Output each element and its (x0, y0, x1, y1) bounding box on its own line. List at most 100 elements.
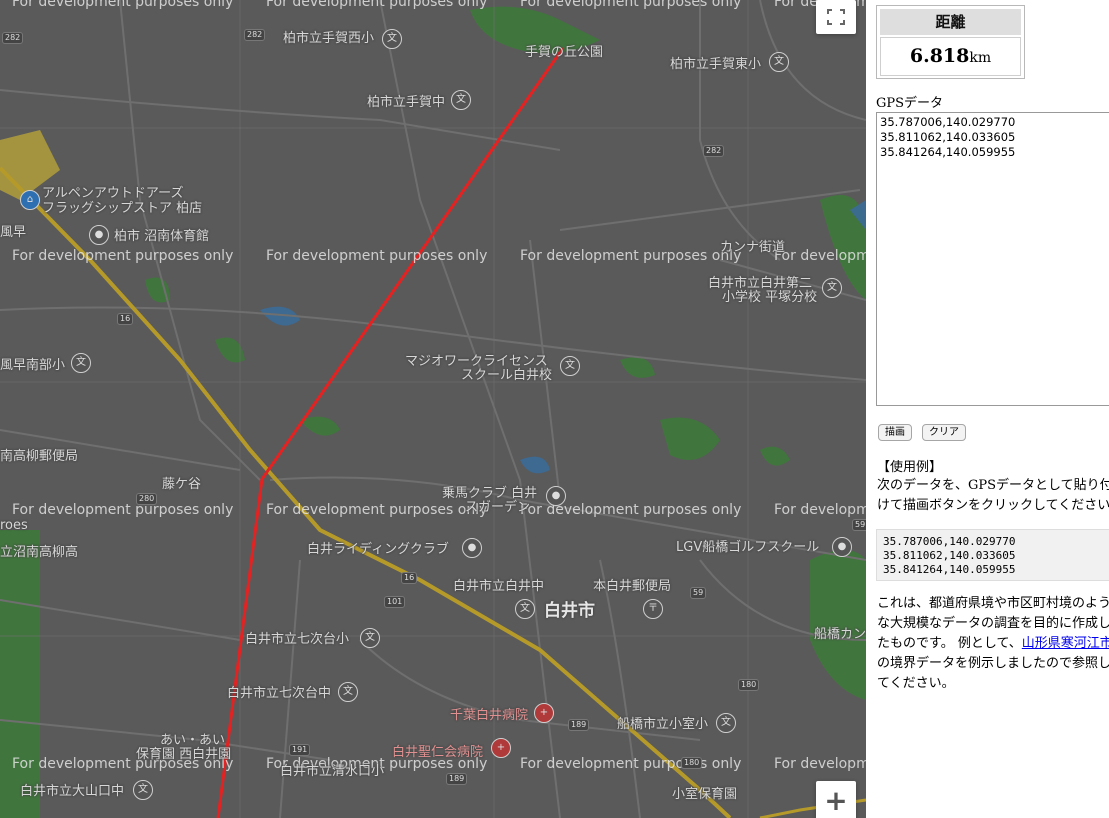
road-shield: 16 (401, 572, 418, 584)
example-line: 35.787006,140.029770 (883, 535, 1016, 548)
map-place-label: 柏市立手賀東小 (670, 57, 762, 72)
school-icon: 文 (560, 356, 580, 376)
school-icon: 文 (822, 278, 842, 298)
city-hall-icon: 文 (515, 599, 535, 619)
watermark-text: For development purposes only (12, 0, 234, 10)
map-place-label: 小室保育園 (672, 787, 738, 802)
road-shield: 101 (384, 596, 406, 608)
watermark-text: For development purposes only (266, 502, 488, 518)
map-grid-lines (0, 0, 866, 818)
watermark-text: For development purposes only (12, 248, 234, 264)
map-place-label: LGV船橋ゴルフスクール (676, 540, 820, 555)
watermark-text: For development purposes only (774, 248, 866, 264)
map-base-layer (0, 0, 866, 818)
map-place-label: 白井市立清水口小 (280, 764, 385, 779)
road-shield: 282 (244, 29, 266, 41)
map-place-label: 柏市立手賀西小 (283, 31, 375, 46)
map-place-label: 船橋カン (814, 627, 866, 642)
example-data-block: 35.787006,140.029770 35.811062,140.03360… (876, 529, 1109, 581)
watermark-text: For development purposes only (520, 0, 742, 10)
map-place-label: フラッグシップストア 柏店 (42, 201, 203, 216)
hospital-icon: + (491, 738, 511, 758)
map-place-label: 保育園 西白井園 (136, 747, 232, 762)
road-shield: 189 (446, 773, 468, 785)
map-place-label: 白井市立白井中 (453, 579, 545, 594)
map-place-label: 白井市立七次台中 (227, 686, 332, 701)
map-place-label: roes (0, 518, 28, 533)
map-place-label: 南高柳郵便局 (0, 449, 79, 464)
school-icon: 文 (71, 353, 91, 373)
gps-route-line (216, 47, 565, 818)
usage-title: 【使用例】 (877, 460, 943, 475)
example-boundary-link[interactable]: 山形県寒河江市 (1022, 636, 1109, 651)
map-place-label: 白井市立大山口中 (20, 784, 125, 799)
map-place-label: スガーデン (465, 500, 531, 515)
map-place-label: スクール白井校 (461, 368, 553, 383)
road-shield: 59 (852, 519, 866, 531)
road-shield: 59 (690, 587, 707, 599)
hospital-icon: + (534, 703, 554, 723)
road-shield: 191 (289, 744, 311, 756)
map-place-label: 白井聖仁会病院 (392, 745, 484, 760)
map-place-label: 千葉白井病院 (450, 708, 529, 723)
watermark-text: For development purposes only (266, 248, 488, 264)
school-icon: 文 (133, 780, 153, 800)
side-panel: 距離 6.818km GPSデータ 描画 クリア 【使用例】 次のデータを、GP… (866, 0, 1109, 818)
distance-value: 6.818 (909, 45, 970, 67)
example-line: 35.841264,140.059955 (883, 563, 1016, 576)
shop-pin-icon: ⌂ (20, 190, 40, 210)
road-shield: 180 (681, 757, 703, 769)
map-place-label: 白井ライディングクラブ (307, 542, 449, 557)
watermark-text: For development purposes only (520, 756, 742, 772)
fullscreen-icon (827, 9, 845, 25)
gps-data-label: GPSデータ (876, 96, 944, 111)
plus-icon: + (824, 784, 848, 817)
map-place-label: 手賀の丘公園 (525, 45, 604, 60)
school-icon: 文 (382, 29, 402, 49)
school-icon: 文 (451, 90, 471, 110)
usage-description: 次のデータを、GPSデータとして貼り付けて描画ボタンをクリックしてください (877, 478, 1109, 513)
school-icon: 文 (360, 628, 380, 648)
distance-table: 距離 6.818km (876, 5, 1025, 79)
notice-text-after: の境界データを例示しましたので参照してください。 (877, 656, 1109, 691)
road-shield: 180 (738, 679, 760, 691)
map-place-label: 柏市立手賀中 (367, 95, 446, 110)
post-office-icon: 〒 (643, 599, 663, 619)
road-shield: 189 (568, 719, 590, 731)
gps-data-textarea[interactable] (876, 112, 1109, 406)
watermark-text: For development purposes only (774, 756, 866, 772)
watermark-text: For development purposes only (266, 0, 488, 10)
map-place-label: 柏市 沼南体育館 (114, 229, 210, 244)
map-place-label: 白井市 (544, 601, 595, 621)
place-pin-icon: ● (546, 486, 566, 506)
fullscreen-button[interactable] (816, 0, 856, 34)
map-canvas[interactable]: For development purposes only For develop… (0, 0, 866, 818)
distance-cell: 6.818km (880, 37, 1021, 76)
road-shield: 16 (117, 313, 134, 325)
watermark-text: For development purposes only (12, 502, 234, 518)
draw-button[interactable]: 描画 (878, 424, 912, 441)
map-place-label: カンナ街道 (720, 240, 786, 255)
watermark-text: For development purposes only (520, 248, 742, 264)
map-place-label: 藤ケ谷 (162, 477, 202, 492)
school-icon: 文 (338, 682, 358, 702)
map-place-label: 小学校 平塚分校 (722, 290, 818, 305)
map-place-label: 本白井郵便局 (593, 579, 672, 594)
road-shield: 282 (703, 145, 725, 157)
notice-text: これは、都道府県境や市区町村境のような大規模なデータの調査を目的に作成したもので… (877, 594, 1109, 694)
example-line: 35.811062,140.033605 (883, 549, 1016, 562)
road-shield: 280 (136, 493, 158, 505)
map-place-label: アルペンアウトドアーズ (42, 186, 184, 201)
school-icon: 文 (769, 52, 789, 72)
map-place-label: 立沼南高柳高 (0, 545, 79, 560)
map-place-label: 風早南部小 (0, 358, 66, 373)
map-minor-roads (0, 0, 866, 818)
place-pin-icon: ● (462, 538, 482, 558)
distance-unit: km (969, 50, 992, 66)
place-pin-icon: ● (832, 537, 852, 557)
map-place-label: 風早 (0, 225, 27, 240)
zoom-in-button[interactable]: + (816, 781, 856, 818)
clear-button[interactable]: クリア (922, 424, 966, 441)
map-place-label: 白井市立七次台小 (245, 632, 350, 647)
gym-pin-icon: ● (89, 225, 109, 245)
